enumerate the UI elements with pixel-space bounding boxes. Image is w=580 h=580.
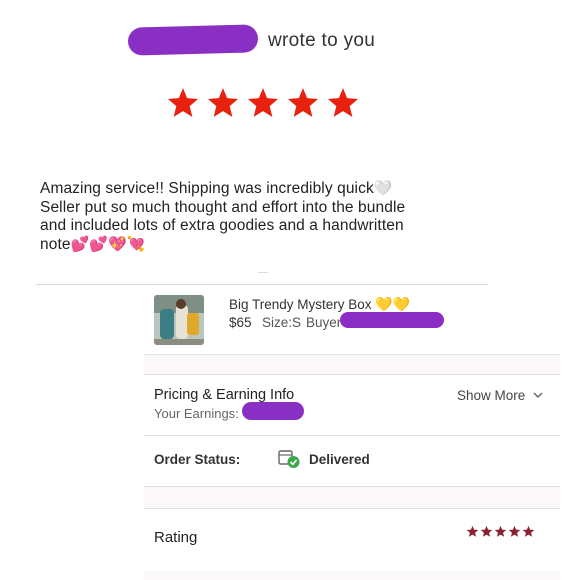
- item-photo: [154, 295, 204, 345]
- hearts-emoji-icon: 💕💕💖💘: [70, 235, 146, 253]
- divider: [36, 284, 488, 285]
- redacted-earnings: [242, 402, 304, 420]
- yellow-hearts-icon: 💛💛: [375, 296, 411, 312]
- review-line-1: Amazing service!! Shipping was incredibl…: [40, 180, 374, 197]
- star-icon: [494, 525, 507, 537]
- delivered-box-icon: [278, 450, 300, 468]
- review-text: Amazing service!! Shipping was incredibl…: [40, 180, 510, 254]
- review-line-3: and included lots of extra goodies and a…: [40, 217, 404, 234]
- pricing-row[interactable]: [144, 374, 560, 436]
- pricing-title: Pricing & Earning Info: [154, 387, 295, 403]
- review-line-2: Seller put so much thought and effort in…: [40, 198, 406, 216]
- item-size: Size:S: [262, 315, 302, 330]
- star-icon: [287, 88, 319, 117]
- buyer-label: Buyer: [306, 315, 342, 330]
- review-line-4: note: [40, 235, 71, 253]
- redacted-username: [127, 24, 259, 56]
- rating-stars: [466, 525, 535, 538]
- item-title-text: Big Trendy Mystery Box: [229, 297, 372, 312]
- earnings-label: Your Earnings:: [154, 406, 239, 421]
- white-heart-icon: 🤍: [373, 180, 393, 197]
- star-icon: [247, 88, 279, 117]
- chevron-down-icon[interactable]: [533, 390, 543, 400]
- order-status-label: Order Status:: [154, 452, 241, 467]
- star-icon: [508, 525, 521, 537]
- divider-mark: [258, 272, 268, 273]
- star-icon: [207, 88, 239, 117]
- item-price: $65: [229, 315, 252, 330]
- item-title[interactable]: Big Trendy Mystery Box 💛💛: [229, 296, 410, 313]
- star-icon: [466, 525, 479, 537]
- order-status-value: Delivered: [309, 452, 370, 467]
- show-more-button[interactable]: Show More: [457, 388, 525, 403]
- header-text: wrote to you: [268, 30, 376, 51]
- item-thumbnail[interactable]: [154, 295, 204, 345]
- star-icon: [480, 525, 493, 537]
- rating-label: Rating: [154, 529, 198, 546]
- rating-row: [144, 508, 560, 571]
- review-stars: [166, 86, 360, 120]
- star-icon: [327, 88, 359, 117]
- redacted-buyer: [340, 312, 444, 328]
- star-icon: [522, 525, 535, 537]
- star-icon: [167, 88, 199, 117]
